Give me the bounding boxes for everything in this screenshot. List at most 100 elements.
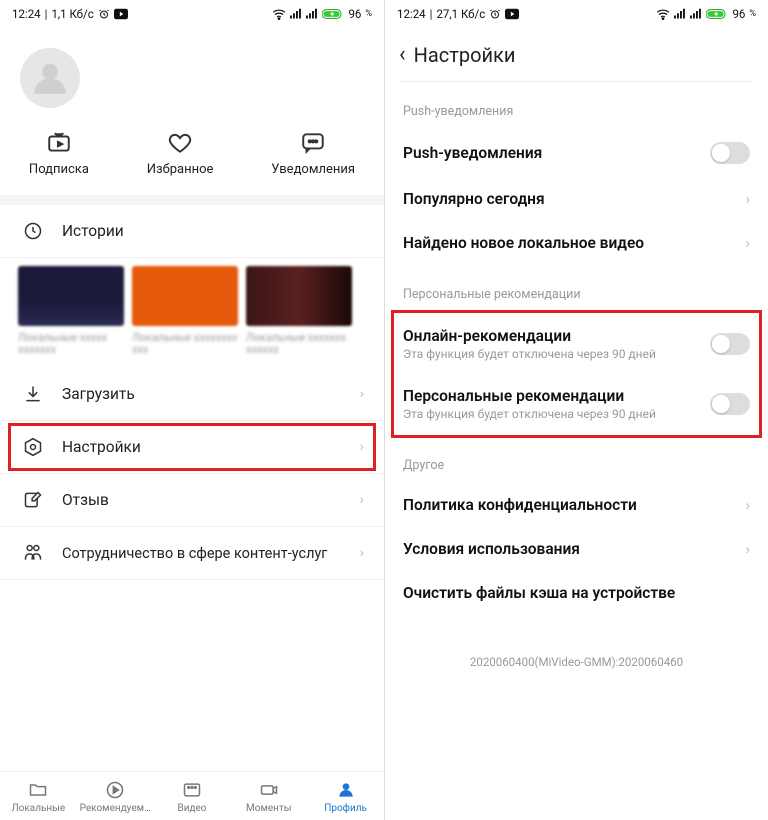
signal2-icon	[690, 8, 702, 20]
localvideo-row[interactable]: Найдено новое локальное видео ›	[385, 221, 768, 265]
row-label: Сотрудничество в сфере контент-услуг	[62, 545, 327, 562]
tab-profile[interactable]: Профиль	[307, 772, 384, 820]
titlebar: ‹ Настройки	[385, 28, 768, 75]
youtube-icon	[505, 8, 519, 20]
chevron-right-icon: ›	[360, 386, 364, 402]
toggle-push[interactable]	[710, 142, 750, 164]
partners-icon	[20, 543, 46, 563]
person-icon	[335, 780, 357, 800]
section-personal: Персональные рекомендации	[385, 265, 768, 312]
row-label: Настройки	[62, 438, 141, 456]
signal1-icon	[290, 8, 302, 20]
alarm-icon	[98, 8, 110, 20]
tv-icon	[46, 130, 72, 156]
alarm-icon	[489, 8, 501, 20]
tab-label: Рекомендуем…	[80, 803, 151, 814]
settings-row[interactable]: Настройки ›	[0, 421, 384, 474]
privacy-row[interactable]: Политика конфиденциальности ›	[385, 483, 768, 527]
profile-header	[0, 28, 384, 118]
tab-label: Моменты	[246, 803, 292, 814]
favorites-action[interactable]: Избранное	[147, 130, 214, 177]
status-time: 12:24	[12, 7, 41, 21]
download-row[interactable]: Загрузить ›	[0, 368, 384, 421]
chevron-right-icon: ›	[360, 492, 364, 508]
tab-video[interactable]: Видео	[154, 772, 231, 820]
terms-row[interactable]: Условия использования ›	[385, 527, 768, 571]
row-title: Найдено новое локальное видео	[403, 234, 737, 252]
popular-row[interactable]: Популярно сегодня ›	[385, 177, 768, 221]
chevron-right-icon: ›	[745, 190, 750, 208]
clear-cache-row[interactable]: Очистить файлы кэша на устройстве	[385, 571, 768, 615]
chat-icon	[300, 130, 326, 156]
push-row[interactable]: Push-уведомления	[385, 129, 768, 177]
subscriptions-action[interactable]: Подписка	[29, 130, 89, 177]
history-row[interactable]: Истории	[0, 205, 384, 258]
edit-icon	[20, 490, 46, 510]
statusbar: 12:24 | 1,1 Кб/с 96%	[0, 0, 384, 28]
highlighted-box: Онлайн-рекомендации Эта функция будет от…	[391, 312, 762, 436]
status-batt: 96	[348, 7, 361, 21]
avatar[interactable]	[20, 48, 80, 108]
section-other: Другое	[385, 436, 768, 483]
status-batt: 96	[732, 7, 745, 21]
row-label: Загрузить	[62, 385, 135, 403]
row-title: Очистить файлы кэша на устройстве	[403, 584, 750, 602]
tab-moments[interactable]: Моменты	[230, 772, 307, 820]
chevron-right-icon: ›	[360, 439, 364, 455]
phone-left: 12:24 | 1,1 Кб/с 96% Подписка	[0, 0, 384, 820]
heart-icon	[167, 130, 193, 156]
online-rec-row[interactable]: Онлайн-рекомендации Эта функция будет от…	[391, 314, 762, 374]
camera-icon	[258, 780, 280, 800]
folder-icon	[27, 780, 49, 800]
tab-label: Видео	[177, 803, 206, 814]
back-button[interactable]: ‹	[399, 42, 406, 67]
tab-local[interactable]: Локальные	[0, 772, 77, 820]
partnership-row[interactable]: Сотрудничество в сфере контент-услуг ›	[0, 527, 384, 580]
thumb-1[interactable]	[18, 266, 124, 326]
thumb-2[interactable]	[132, 266, 238, 326]
youtube-icon	[114, 8, 128, 20]
row-subtitle: Эта функция будет отключена через 90 дне…	[403, 347, 710, 361]
row-title: Push-уведомления	[403, 144, 710, 162]
status-net: 27,1 Кб/с	[436, 7, 485, 21]
chevron-right-icon: ›	[745, 234, 750, 252]
notifications-action[interactable]: Уведомления	[271, 130, 355, 177]
clock-icon	[20, 221, 46, 241]
wifi-icon	[656, 8, 670, 20]
page-title: Настройки	[414, 43, 516, 67]
history-thumbs	[0, 258, 384, 332]
action-label: Подписка	[29, 162, 89, 177]
section-push: Push-уведомления	[385, 82, 768, 129]
row-title: Популярно сегодня	[403, 190, 737, 208]
chevron-right-icon: ›	[360, 545, 364, 561]
tab-label: Профиль	[324, 803, 367, 814]
status-time: 12:24	[397, 7, 426, 21]
signal1-icon	[674, 8, 686, 20]
row-label: Отзыв	[62, 491, 109, 509]
feedback-row[interactable]: Отзыв ›	[0, 474, 384, 527]
signal2-icon	[306, 8, 318, 20]
status-net: 1,1 Кб/с	[51, 7, 93, 21]
tab-label: Локальные	[12, 803, 66, 814]
toggle-personal[interactable]	[710, 393, 750, 415]
thumb-3[interactable]	[246, 266, 352, 326]
chevron-right-icon: ›	[745, 496, 750, 514]
row-title: Условия использования	[403, 540, 737, 558]
battery-icon	[322, 8, 344, 20]
version-label: 2020060400(MiVideo-GMM):2020060460	[385, 615, 768, 687]
wifi-icon	[272, 8, 286, 20]
statusbar: 12:24 | 27,1 Кб/с 96%	[385, 0, 768, 28]
row-title: Политика конфиденциальности	[403, 496, 737, 514]
row-label: Истории	[62, 222, 124, 240]
tab-recommend[interactable]: Рекомендуем…	[77, 772, 154, 820]
actions-row: Подписка Избранное Уведомления	[0, 118, 384, 195]
chevron-right-icon: ›	[745, 540, 750, 558]
tab-bar: Локальные Рекомендуем… Видео Моменты Про…	[0, 771, 384, 820]
battery-icon	[706, 8, 728, 20]
phone-right: 12:24 | 27,1 Кб/с 96% ‹ Настройки Push-у…	[384, 0, 768, 820]
personal-rec-row[interactable]: Персональные рекомендации Эта функция бу…	[391, 374, 762, 434]
row-title: Персональные рекомендации	[403, 387, 710, 405]
toggle-online[interactable]	[710, 333, 750, 355]
film-icon	[181, 780, 203, 800]
gear-icon	[20, 437, 46, 457]
